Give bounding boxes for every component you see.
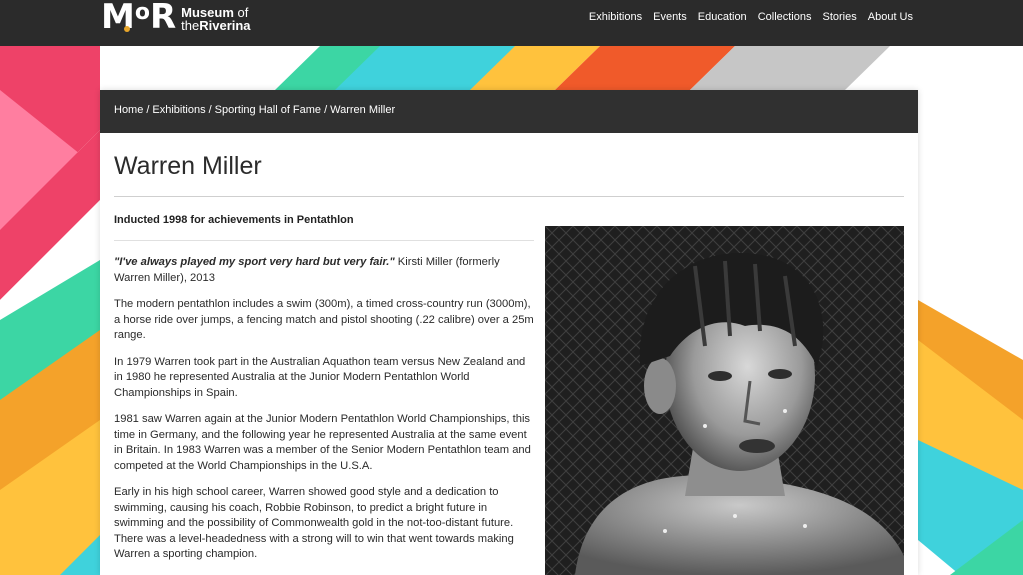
nav-about-us[interactable]: About Us: [868, 9, 913, 25]
logo-wordmark: Museum of theRiverina: [181, 6, 250, 32]
main-nav: Exhibitions Events Education Collections…: [589, 9, 913, 25]
article-body: "I've always played my sport very hard b…: [114, 255, 534, 574]
breadcrumb-separator: /: [146, 104, 150, 116]
breadcrumb: Home / Exhibitions / Sporting Hall of Fame / W…: [100, 90, 918, 133]
breadcrumb-separator: /: [324, 104, 328, 116]
nav-stories[interactable]: Stories: [823, 9, 857, 25]
paragraph-early-career: Early in his high school career, Warren …: [114, 486, 514, 560]
nav-education[interactable]: Education: [698, 9, 747, 25]
page-title: Warren Miller: [114, 152, 262, 180]
portrait-image: [545, 226, 904, 575]
breadcrumb-separator: /: [208, 104, 212, 116]
paragraph-1981: 1981 saw Warren again at the Junior Mode…: [114, 413, 531, 472]
paragraph-pentathlon: The modern pentathlon includes a swim (3…: [114, 298, 534, 341]
subtitle-divider: [114, 240, 534, 241]
athlete-photo: [545, 226, 904, 575]
nav-exhibitions[interactable]: Exhibitions: [589, 9, 642, 25]
content-card: Home / Exhibitions / Sporting Hall of Fame / W…: [100, 90, 918, 575]
induction-subtitle: Inducted 1998 for achievements in Pentat…: [114, 214, 354, 226]
breadcrumb-exhibitions[interactable]: Exhibitions: [152, 104, 205, 116]
logo-mark: MoR: [101, 0, 176, 37]
pull-quote: "I've always played my sport very hard b…: [114, 256, 395, 268]
site-header: MoR Museum of theRiverina Exhibitions Ev…: [0, 0, 1023, 46]
logo-line2: Riverina: [199, 18, 251, 33]
logo-dot-icon: [124, 25, 130, 32]
paragraph-1979: In 1979 Warren took part in the Australi…: [114, 355, 526, 399]
logo-line2-prefix: the: [181, 18, 200, 33]
nav-collections[interactable]: Collections: [758, 9, 812, 25]
breadcrumb-home[interactable]: Home: [114, 104, 143, 116]
museum-logo[interactable]: MoR Museum of theRiverina: [101, 0, 251, 37]
nav-events[interactable]: Events: [653, 9, 687, 25]
breadcrumb-sporting-hall-of-fame[interactable]: Sporting Hall of Fame: [215, 104, 321, 116]
title-divider: [114, 196, 904, 197]
quote-paragraph: "I've always played my sport very hard b…: [114, 255, 534, 286]
breadcrumb-current: Warren Miller: [330, 104, 396, 116]
